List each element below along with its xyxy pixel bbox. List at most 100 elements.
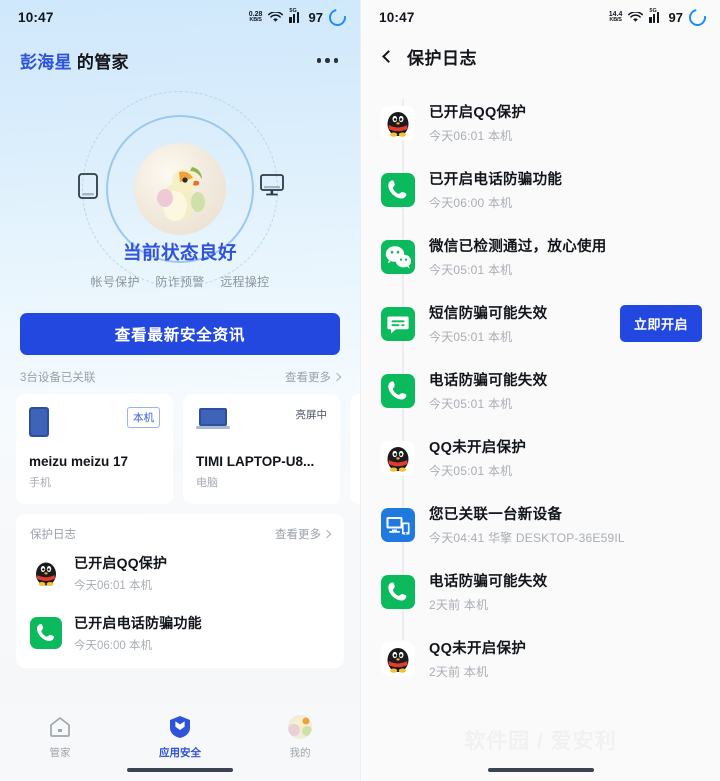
- watermark: 软件园 / 爱安利: [464, 730, 617, 753]
- table-cell-texts: 已开启电话防骗功能 今天06:00 本机: [429, 168, 702, 211]
- wechat-icon: [381, 239, 415, 274]
- security-news-button[interactable]: 查看最新安全资讯: [20, 313, 340, 355]
- devices-section-title: 3台设备已关联: [20, 372, 96, 384]
- qq-icon: [381, 641, 415, 676]
- log-subtitle: 今天05:01 本机: [429, 330, 513, 344]
- table-row[interactable]: 短信防骗可能失效 今天05:01 本机 立即开启: [361, 290, 720, 357]
- home-indicator: [487, 768, 594, 772]
- qq-icon: [30, 557, 62, 589]
- sms-icon: [381, 306, 415, 341]
- new-device-icon: [381, 507, 415, 542]
- list-item-subtitle: 今天06:01 本机: [74, 580, 152, 592]
- qq-icon: [381, 105, 415, 140]
- table-row[interactable]: 您已关联一台新设备 今天04:41 华擎 DESKTOP-36E59IL: [361, 491, 720, 558]
- more-dots-icon[interactable]: [315, 50, 341, 71]
- home-icon: [50, 717, 70, 737]
- network-speed-unit: KB/S: [609, 16, 622, 23]
- tab-profile[interactable]: 我的: [240, 714, 360, 760]
- log-title: 短信防骗可能失效: [429, 306, 548, 322]
- devices-view-more-link[interactable]: 查看更多: [285, 369, 342, 385]
- device-card-partial[interactable]: [350, 394, 360, 504]
- protection-log-screen-panel: 10:47 14.4 KB/S 5G 97 保护日志 已开启QQ保护 今天06:…: [360, 0, 720, 781]
- phone-device-icon: [29, 407, 49, 437]
- feature-tags: 帐号保护 防诈预警 远程操控: [0, 273, 360, 290]
- wifi-icon: [268, 11, 284, 22]
- status-bar: 10:47 14.4 KB/S 5G 97: [361, 0, 720, 34]
- table-cell-texts: 微信已检测通过，放心使用 今天05:01 本机: [429, 235, 702, 278]
- table-cell-texts: 电话防骗可能失效 2天前 本机: [429, 570, 702, 613]
- device-badge: 亮屏中: [295, 409, 328, 421]
- protection-log-view-more-label: 查看更多: [275, 529, 321, 541]
- chevron-right-icon: [332, 372, 342, 382]
- log-title: 已开启电话防骗功能: [429, 172, 563, 188]
- home-indicator: [127, 768, 233, 772]
- devices-section-header: 3台设备已关联 查看更多: [0, 355, 360, 394]
- device-card[interactable]: 亮屏中 TIMI LAPTOP-U8... 电脑: [183, 394, 340, 504]
- list-item[interactable]: 已开启电话防骗功能 今天06:00 本机: [30, 602, 330, 662]
- battery-percent: 97: [308, 9, 323, 25]
- device-card[interactable]: 本机 meizu meizu 17 手机: [16, 394, 173, 504]
- network-speed-indicator: 14.4 KB/S: [609, 11, 623, 24]
- detail-title: 保护日志: [407, 49, 477, 68]
- log-subtitle: 今天05:01 本机: [429, 397, 513, 411]
- phone-icon: [78, 173, 98, 204]
- phone-call-icon: [30, 617, 62, 649]
- tab-home[interactable]: 管家: [0, 714, 120, 760]
- log-title: 您已关联一台新设备: [429, 507, 563, 523]
- list-item[interactable]: 已开启QQ保护 今天06:01 本机: [30, 542, 330, 602]
- status-indicators: 0.28 KB/S 5G 97: [249, 5, 350, 29]
- table-row[interactable]: 已开启电话防骗功能 今天06:00 本机: [361, 156, 720, 223]
- log-subtitle: 今天05:01 本机: [429, 464, 513, 478]
- tab-profile-label: 我的: [289, 747, 311, 759]
- table-cell-texts: QQ未开启保护 今天05:01 本机: [429, 436, 702, 479]
- network-speed-indicator: 0.28 KB/S: [249, 11, 263, 24]
- home-header: 彭海星 的管家: [0, 34, 360, 73]
- table-row[interactable]: QQ未开启保护 今天05:01 本机: [361, 424, 720, 491]
- status-time: 10:47: [379, 9, 415, 25]
- security-status-hero: 当前状态良好 帐号保护 防诈预警 远程操控: [0, 77, 360, 307]
- table-cell-texts: 您已关联一台新设备 今天04:41 华擎 DESKTOP-36E59IL: [429, 503, 702, 546]
- table-row[interactable]: 微信已检测通过，放心使用 今天05:01 本机: [361, 223, 720, 290]
- avatar[interactable]: [134, 143, 226, 235]
- signal-icon: 5G: [649, 8, 662, 23]
- table-row[interactable]: 电话防骗可能失效 2天前 本机: [361, 558, 720, 625]
- signal-generation-label: 5G: [289, 7, 297, 14]
- device-badge: 本机: [127, 407, 160, 428]
- log-title: 电话防骗可能失效: [429, 373, 548, 389]
- table-cell-texts: QQ未开启保护 2天前 本机: [429, 637, 702, 680]
- qq-icon: [381, 440, 415, 475]
- table-row[interactable]: 已开启QQ保护 今天06:01 本机: [361, 89, 720, 156]
- page-title: 彭海星 的管家: [20, 48, 129, 73]
- table-row[interactable]: QQ未开启保护 2天前 本机: [361, 625, 720, 692]
- battery-ring-icon: [685, 5, 710, 29]
- tab-app-security[interactable]: 应用安全: [120, 714, 240, 760]
- table-row[interactable]: 电话防骗可能失效 今天05:01 本机: [361, 357, 720, 424]
- log-subtitle: 2天前 本机: [429, 665, 489, 679]
- tab-app-security-label: 应用安全: [159, 747, 201, 759]
- protection-log-view-more-link[interactable]: 查看更多: [275, 526, 332, 542]
- monitor-icon: [260, 173, 284, 202]
- avatar-icon: [288, 715, 312, 739]
- title-suffix: 的管家: [71, 53, 129, 72]
- user-name: 彭海星: [20, 53, 72, 72]
- list-item-texts: 已开启电话防骗功能 今天06:00 本机: [74, 613, 202, 653]
- log-title: 微信已检测通过，放心使用: [429, 239, 607, 255]
- phone-call-icon: [381, 373, 415, 408]
- wifi-icon: [628, 11, 644, 22]
- bird-avatar-image: [157, 166, 205, 221]
- phone-call-icon: [381, 172, 415, 207]
- device-list[interactable]: 本机 meizu meizu 17 手机 亮屏中 TIMI LAPTOP-U8.…: [0, 394, 360, 504]
- device-type: 手机: [29, 477, 51, 489]
- log-subtitle: 2天前 本机: [429, 598, 489, 612]
- log-title: 电话防骗可能失效: [429, 574, 548, 590]
- list-item-title: 已开启QQ保护: [74, 555, 168, 571]
- phone-call-icon: [381, 574, 415, 609]
- chevron-right-icon: [322, 529, 332, 539]
- laptop-device-icon: [196, 408, 230, 429]
- enable-now-button[interactable]: 立即开启: [619, 305, 702, 342]
- tab-home-label: 管家: [49, 747, 71, 759]
- feature-tag: 防诈预警: [155, 275, 205, 289]
- back-chevron-icon[interactable]: [382, 50, 395, 63]
- device-type: 电脑: [196, 477, 218, 489]
- log-subtitle: 今天06:00 本机: [429, 196, 513, 210]
